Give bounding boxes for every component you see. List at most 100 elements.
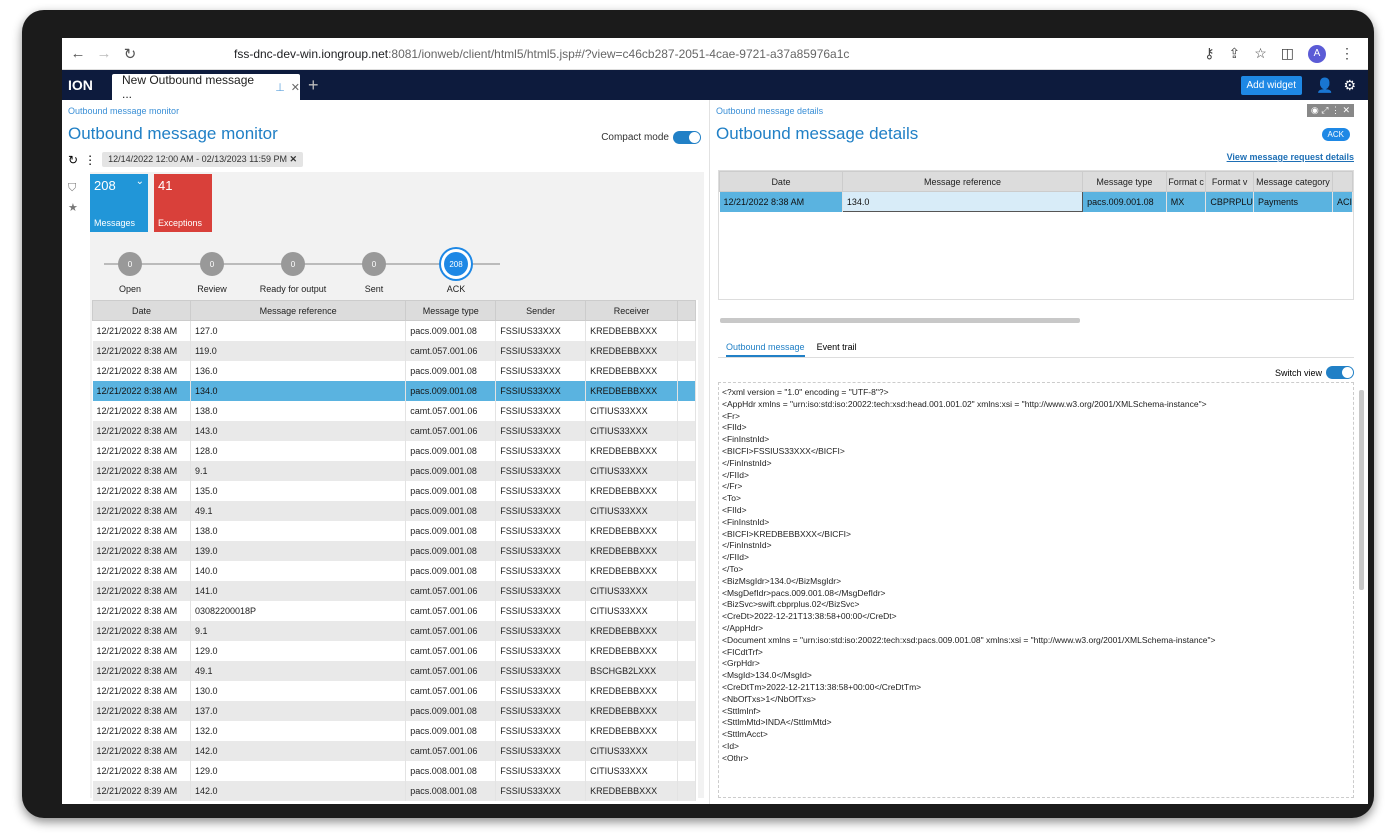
table-cell-spacer [677,720,696,741]
menu-icon[interactable]: ⋮ [1340,45,1354,62]
address-bar[interactable]: fss-dnc-dev-win.iongroup.net:8081/ionweb… [154,42,1204,66]
table-row[interactable]: 12/21/2022 8:38 AM 140.0 pacs.009.001.08 FS… [92,560,696,581]
table-cell: 12/21/2022 8:38 AM [92,440,191,461]
column-header[interactable]: Message reference [189,300,407,321]
panel-tools[interactable]: ◉ ⤢ ⋮ ✕ [1306,104,1354,117]
tab-label: New Outbound message ... [122,73,255,101]
column-header[interactable]: Date [92,300,191,321]
favorite-icon[interactable]: ★ [68,198,82,218]
table-row[interactable]: 12/21/2022 8:38 AM 129.0 pacs.008.001.08 FS… [92,760,696,781]
table-cell: 127.0 [190,320,407,341]
table-cell: 138.0 [190,400,407,421]
table-cell: pacs.009.001.08 [1082,191,1167,212]
refresh-icon[interactable]: ↻ [68,153,78,167]
table-cell: pacs.009.001.08 [405,500,497,521]
table-cell: 12/21/2022 8:38 AM [92,700,191,721]
table-row[interactable]: 12/21/2022 8:38 AM 127.0 pacs.009.001.08 FS… [92,320,696,341]
horizontal-scrollbar[interactable] [720,318,1080,323]
tab-outbound[interactable]: New Outbound message ... ⊥ ✕ [112,73,300,101]
table-row[interactable]: 12/21/2022 8:38 AM 143.0 camt.057.001.06 FS… [92,420,696,441]
column-header-spacer [677,300,696,321]
table-cell: FSSIUS33XXX [495,720,587,741]
table-cell: FSSIUS33XXX [495,460,587,481]
column-header[interactable]: Message type [1082,171,1167,192]
step-sent[interactable]: 0 Sent [339,252,409,294]
column-header[interactable]: Format v [1205,171,1254,192]
reload-icon[interactable]: ↻ [120,45,140,63]
table-row[interactable]: 12/21/2022 8:38 AM 130.0 camt.057.001.06 FS… [92,680,696,701]
table-row[interactable]: 12/21/2022 8:38 AM 49.1 pacs.009.001.08 FSS… [92,500,696,521]
table-row[interactable]: 12/21/2022 8:38 AM 134.0 pacs.009.001.08 MX… [719,191,1354,212]
table-cell: 12/21/2022 8:38 AM [92,480,191,501]
table-row[interactable]: 12/21/2022 8:38 AM 139.0 pacs.009.001.08 FS… [92,540,696,561]
table-cell: 12/21/2022 8:38 AM [92,500,191,521]
table-cell-spacer [677,520,696,541]
table-row[interactable]: 12/21/2022 8:38 AM 138.0 pacs.009.001.08 FS… [92,520,696,541]
pin-icon[interactable]: ⊥ [275,81,285,94]
switch-view-toggle[interactable]: Switch view [1275,366,1354,379]
table-row[interactable]: 12/21/2022 8:38 AM 141.0 camt.057.001.06 FS… [92,580,696,601]
table-row[interactable]: 12/21/2022 8:38 AM 9.1 pacs.009.001.08 FSSI… [92,460,696,481]
more-icon[interactable]: ⋮ [84,153,96,167]
step-open[interactable]: 0 Open [95,252,165,294]
user-icon[interactable]: 👤 [1316,77,1333,94]
tile-count: 208 [94,178,116,193]
chip-close-icon[interactable]: ✕ [290,154,298,164]
toggle-switch[interactable] [1326,366,1354,379]
column-header[interactable] [1331,171,1354,192]
table-row[interactable]: 12/21/2022 8:38 AM 128.0 pacs.009.001.08 FS… [92,440,696,461]
view-request-link[interactable]: View message request details [1227,152,1354,162]
column-header[interactable]: Message type [405,300,497,321]
back-icon[interactable]: ← [68,45,88,62]
table-row[interactable]: 12/21/2022 8:38 AM 129.0 camt.057.001.06 FS… [92,640,696,661]
table-row[interactable]: 12/21/2022 8:38 AM 03082200018P camt.057.0… [92,600,696,621]
table-cell: 141.0 [190,580,407,601]
column-header[interactable]: Format c [1165,171,1207,192]
table-row[interactable]: 12/21/2022 8:38 AM 132.0 pacs.009.001.08 FS… [92,720,696,741]
table-row[interactable]: 12/21/2022 8:38 AM 136.0 pacs.009.001.08 FS… [92,360,696,381]
table-cell: FSSIUS33XXX [495,480,587,501]
table-row[interactable]: 12/21/2022 8:38 AM 138.0 camt.057.001.06 FS… [92,400,696,421]
sidepanel-icon[interactable]: ◫ [1281,45,1294,62]
close-icon[interactable]: ✕ [291,81,300,94]
messages-tile[interactable]: 208 ⌄ Messages [90,174,148,232]
filter-icon[interactable]: ⛉ [68,178,82,198]
star-icon[interactable]: ☆ [1254,45,1267,62]
column-header[interactable]: Message reference [841,171,1084,192]
table-cell: 119.0 [190,340,407,361]
table-row[interactable]: 12/21/2022 8:38 AM 9.1 camt.057.001.06 FSSI… [92,620,696,641]
step-ack[interactable]: 208 ACK [421,252,491,294]
table-row[interactable]: 12/21/2022 8:39 AM 142.0 pacs.008.001.08 FS… [92,780,696,801]
table-cell: CITIUS33XXX [585,420,679,441]
details-title: Outbound message details [716,124,919,143]
gear-icon[interactable]: ⚙ [1343,77,1356,94]
key-icon[interactable]: ⚷ [1204,45,1214,62]
toggle-switch[interactable] [673,131,701,144]
table-row[interactable]: 12/21/2022 8:38 AM 135.0 pacs.009.001.08 FS… [92,480,696,501]
column-header[interactable]: Date [719,171,843,192]
vertical-scrollbar[interactable] [1359,390,1364,590]
column-header[interactable]: Message category [1252,171,1333,192]
table-row[interactable]: 12/21/2022 8:38 AM 134.0 pacs.009.001.08 FS… [92,380,696,401]
table-cell: KREDBEBBXXX [585,620,679,641]
table-row[interactable]: 12/21/2022 8:38 AM 119.0 camt.057.001.06 FS… [92,340,696,361]
share-icon[interactable]: ⇪ [1228,45,1240,62]
table-row[interactable]: 12/21/2022 8:38 AM 142.0 camt.057.001.06 FS… [92,740,696,761]
tab-event-trail[interactable]: Event trail [817,336,857,357]
column-header[interactable]: Sender [495,300,587,321]
forward-icon[interactable]: → [94,45,114,62]
table-row[interactable]: 12/21/2022 8:38 AM 137.0 pacs.009.001.08 FS… [92,700,696,721]
step-ready[interactable]: 0 Ready for output [258,252,328,294]
avatar[interactable]: A [1308,44,1326,63]
table-cell: CITIUS33XXX [585,500,679,521]
table-cell-spacer [677,680,696,701]
date-filter-chip[interactable]: 12/14/2022 12:00 AM - 02/13/2023 11:59 P… [102,152,304,167]
column-header[interactable]: Receiver [585,300,679,321]
add-tab-icon[interactable]: + [308,75,319,96]
compact-mode-toggle[interactable]: Compact mode [601,131,701,144]
step-review[interactable]: 0 Review [177,252,247,294]
add-widget-button[interactable]: Add widget [1240,75,1302,95]
table-row[interactable]: 12/21/2022 8:38 AM 49.1 camt.057.001.06 FSS… [92,660,696,681]
exceptions-tile[interactable]: 41 Exceptions [154,174,212,232]
tab-outbound-message[interactable]: Outbound message [726,336,805,357]
